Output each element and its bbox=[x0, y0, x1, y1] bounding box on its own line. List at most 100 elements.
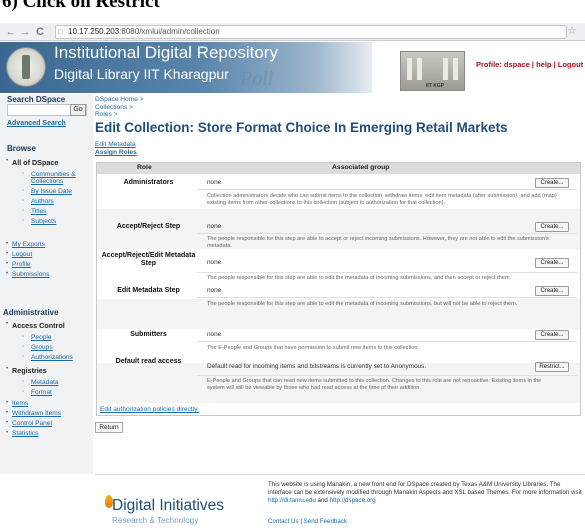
sidebar-item-profile[interactable]: Profile bbox=[12, 261, 31, 268]
role-description: The people responsible for this step are… bbox=[207, 301, 518, 307]
dspace-link[interactable]: http://dspace.org bbox=[330, 497, 376, 504]
bullet-icon: • bbox=[6, 158, 9, 164]
iit-logo-icon[interactable] bbox=[6, 47, 46, 87]
crumb-roles[interactable]: Roles > bbox=[95, 111, 144, 119]
bullet-icon: • bbox=[6, 366, 9, 372]
crumb-collections[interactable]: Collections > bbox=[95, 104, 144, 112]
site-title[interactable]: Institutional Digital Repository bbox=[54, 43, 278, 63]
url-path: :8080/xmlui/admin/collection bbox=[119, 27, 220, 36]
sidebar-item-submissions[interactable]: Submissions bbox=[12, 271, 49, 278]
tamu-link[interactable]: http://di.tamu.edu bbox=[268, 497, 316, 504]
role-name: Submitters bbox=[130, 331, 167, 338]
sidebar-item-metadata[interactable]: Metadata bbox=[31, 379, 59, 386]
crumb-home[interactable]: DSpace Home > bbox=[95, 96, 144, 104]
sidebar-item-people[interactable]: People bbox=[31, 334, 52, 341]
bullet-icon: • bbox=[6, 251, 9, 257]
role-name: Accept/Reject Step bbox=[116, 223, 181, 230]
bullet-icon: • bbox=[6, 430, 9, 436]
role-description: The E-People and Groups that have permis… bbox=[207, 345, 420, 351]
table-header: Role Associated group bbox=[97, 163, 580, 174]
bullet-icon: ◦ bbox=[22, 354, 25, 360]
bullet-icon: ◦ bbox=[22, 379, 25, 385]
bullet-icon: ◦ bbox=[22, 198, 25, 204]
footer-logo-subtitle: Research & Technology bbox=[112, 516, 199, 525]
column-group: Associated group bbox=[332, 164, 390, 171]
bullet-icon: ◦ bbox=[22, 208, 25, 214]
footer-links: Contact Us | Send Feedback bbox=[268, 518, 347, 525]
footer-text: This website is using Manakin, a new fro… bbox=[268, 481, 585, 504]
role-name: Edit Metadata Step bbox=[117, 287, 180, 294]
help-link[interactable]: help bbox=[536, 60, 551, 69]
building-image: IIT KGP bbox=[400, 51, 465, 91]
reload-icon[interactable]: C bbox=[34, 25, 46, 39]
return-button[interactable]: Return bbox=[95, 422, 123, 433]
bullet-icon: ◦ bbox=[22, 389, 25, 395]
page-title: Edit Collection: Store Format Choice In … bbox=[95, 120, 508, 135]
sidebar-item-withdrawn[interactable]: Withdrawn Items bbox=[12, 410, 61, 417]
associated-group: none bbox=[207, 223, 222, 230]
sidebar-item-communities[interactable]: Communities & Collections bbox=[31, 171, 89, 185]
back-icon[interactable]: ← bbox=[5, 25, 17, 39]
bullet-icon: ◦ bbox=[22, 171, 25, 177]
sidebar-item-titles[interactable]: Titles bbox=[31, 208, 47, 215]
feedback-link[interactable]: Send Feedback bbox=[304, 518, 347, 525]
sidebar-item-control-panel[interactable]: Control Panel bbox=[12, 420, 52, 427]
sidebar-item-groups[interactable]: Groups bbox=[31, 344, 53, 351]
footer-logo[interactable]: Digital Initiatives bbox=[101, 497, 224, 515]
row-divider bbox=[197, 375, 577, 376]
address-bar[interactable]: □ 10.17.250.203:8080/xmlui/admin/collect… bbox=[55, 25, 567, 39]
bullet-icon: ◦ bbox=[22, 334, 25, 340]
profile-link[interactable]: Profile: dspace bbox=[476, 60, 530, 69]
sidebar-item-subjects[interactable]: Subjects bbox=[31, 218, 56, 225]
associated-group: none bbox=[207, 287, 222, 294]
associated-group: none bbox=[207, 179, 222, 186]
role-description: The people responsible for this step are… bbox=[207, 236, 549, 250]
advanced-search-link[interactable]: Advanced Search bbox=[7, 120, 66, 127]
role-name: Administrators bbox=[123, 179, 174, 186]
sidebar-item-authorizations[interactable]: Authorizations bbox=[31, 354, 73, 361]
edit-metadata-link[interactable]: Edit Metadata bbox=[95, 141, 136, 148]
header-decoration: Poll bbox=[240, 68, 274, 90]
row-divider bbox=[197, 233, 577, 234]
row-divider bbox=[197, 341, 577, 342]
footer-logo-text: Digital Initiatives bbox=[112, 497, 224, 514]
edit-authorizations-link[interactable]: Edit authorization policies directly. bbox=[100, 406, 199, 413]
breadcrumb: DSpace Home > Collections > Roles > bbox=[95, 96, 144, 119]
all-of-dspace: All of DSpace bbox=[12, 158, 59, 167]
sidebar-item-logout[interactable]: Logout bbox=[12, 251, 32, 258]
role-name: Accept/Reject/Edit Metadata Step bbox=[101, 252, 196, 267]
bookmark-star-icon[interactable]: ☆ bbox=[567, 24, 577, 37]
footer-divider bbox=[95, 474, 585, 475]
caption-heading: 6) Click on Restrict bbox=[0, 0, 585, 18]
create-button[interactable]: Create... bbox=[535, 178, 569, 188]
create-button[interactable]: Create... bbox=[535, 286, 569, 296]
administrative-heading: Administrative bbox=[3, 308, 59, 317]
sidebar-item-authors[interactable]: Authors bbox=[31, 198, 54, 205]
sidebar-item-my-exports[interactable]: My Exports bbox=[12, 241, 45, 248]
sidebar-item-format[interactable]: Format bbox=[31, 389, 52, 396]
bullet-icon: ◦ bbox=[22, 344, 25, 350]
assign-roles-link[interactable]: Assign Roles bbox=[95, 149, 137, 156]
create-button[interactable]: Create... bbox=[535, 330, 569, 340]
contact-link[interactable]: Contact Us bbox=[268, 518, 299, 525]
create-button[interactable]: Create... bbox=[535, 258, 569, 268]
browse-heading: Browse bbox=[7, 144, 36, 153]
column-role: Role bbox=[137, 164, 152, 171]
bullet-icon: • bbox=[6, 241, 9, 247]
logout-link[interactable]: Logout bbox=[558, 60, 583, 69]
role-description: Collection administrators decide who can… bbox=[207, 193, 557, 207]
row-divider bbox=[197, 297, 577, 298]
create-button[interactable]: Create... bbox=[535, 222, 569, 232]
registries-heading: Registries bbox=[12, 366, 47, 375]
restrict-button[interactable]: Restrict... bbox=[535, 362, 569, 372]
bullet-icon: • bbox=[6, 271, 9, 277]
forward-icon[interactable]: → bbox=[19, 25, 31, 39]
roles-table: Role Associated group Administrators non… bbox=[96, 162, 581, 416]
associated-group: Default read for incoming items and bits… bbox=[207, 363, 427, 370]
footer-and: and bbox=[315, 496, 330, 504]
sidebar-item-issue-date[interactable]: By Issue Date bbox=[31, 188, 72, 195]
sidebar-item-items[interactable]: Items bbox=[12, 400, 28, 407]
footer: Digital Initiatives Research & Technolog… bbox=[0, 474, 585, 532]
sidebar-item-statistics[interactable]: Statistics bbox=[12, 430, 38, 437]
go-button[interactable]: Go bbox=[70, 104, 86, 116]
